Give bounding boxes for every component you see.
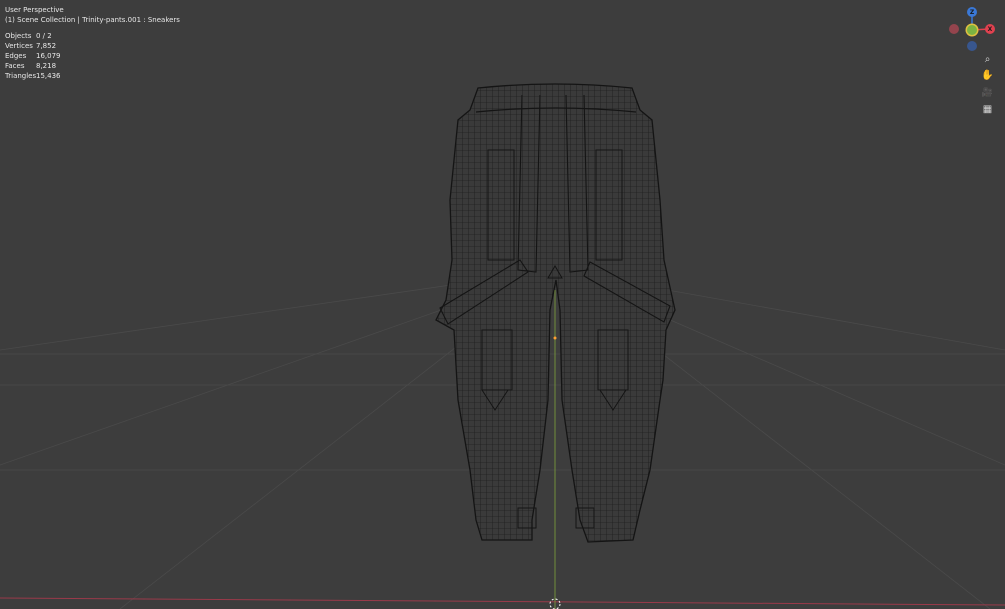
stat-label: Edges (5, 52, 27, 60)
statistics-overlay: Objects 0 / 2 Vertices 7,852 Edges 16,079 F… (5, 31, 61, 81)
gizmo-neg-z-axis[interactable] (967, 41, 977, 51)
perspective-label: User Perspective (5, 6, 64, 14)
gizmo-z-axis[interactable]: Z (967, 7, 977, 17)
object-origin-dot (553, 336, 557, 340)
gizmo-x-axis[interactable]: X (985, 24, 995, 34)
stat-label: Vertices (5, 42, 33, 50)
3d-viewport[interactable] (0, 0, 1005, 609)
grid-ortho-icon[interactable]: ▦ (980, 102, 995, 117)
stat-label: Triangles (5, 72, 37, 80)
stat-label: Faces (5, 62, 25, 70)
viewport-header: User Perspective (1) Scene Collection | … (5, 5, 180, 25)
stat-row: Vertices 7,852 (5, 41, 61, 51)
stat-row: Faces 8,218 (5, 61, 61, 71)
stat-value: 16,079 (36, 52, 61, 60)
stat-row: Edges 16,079 (5, 51, 61, 61)
collection-label: (1) Scene Collection | Trinity-pants.001… (5, 16, 180, 24)
stat-value: 7,852 (36, 42, 57, 50)
stat-value: 8,218 (36, 62, 57, 70)
x-axis-line (0, 597, 1005, 606)
stat-value: 15,436 (36, 72, 61, 80)
stat-value: 0 / 2 (36, 32, 52, 40)
gizmo-neg-x-axis[interactable] (949, 24, 959, 34)
gizmo-y-axis[interactable] (967, 25, 977, 35)
camera-icon[interactable]: 🎥 (980, 85, 995, 100)
stat-row: Triangles 15,436 (5, 71, 61, 81)
zoom-icon[interactable]: ⌕ (980, 52, 995, 67)
stat-label: Objects (5, 32, 32, 40)
navigation-gizmo[interactable]: Z X (946, 4, 998, 54)
stat-row: Objects 0 / 2 (5, 31, 61, 41)
pan-hand-icon[interactable]: ✋ (980, 68, 995, 83)
